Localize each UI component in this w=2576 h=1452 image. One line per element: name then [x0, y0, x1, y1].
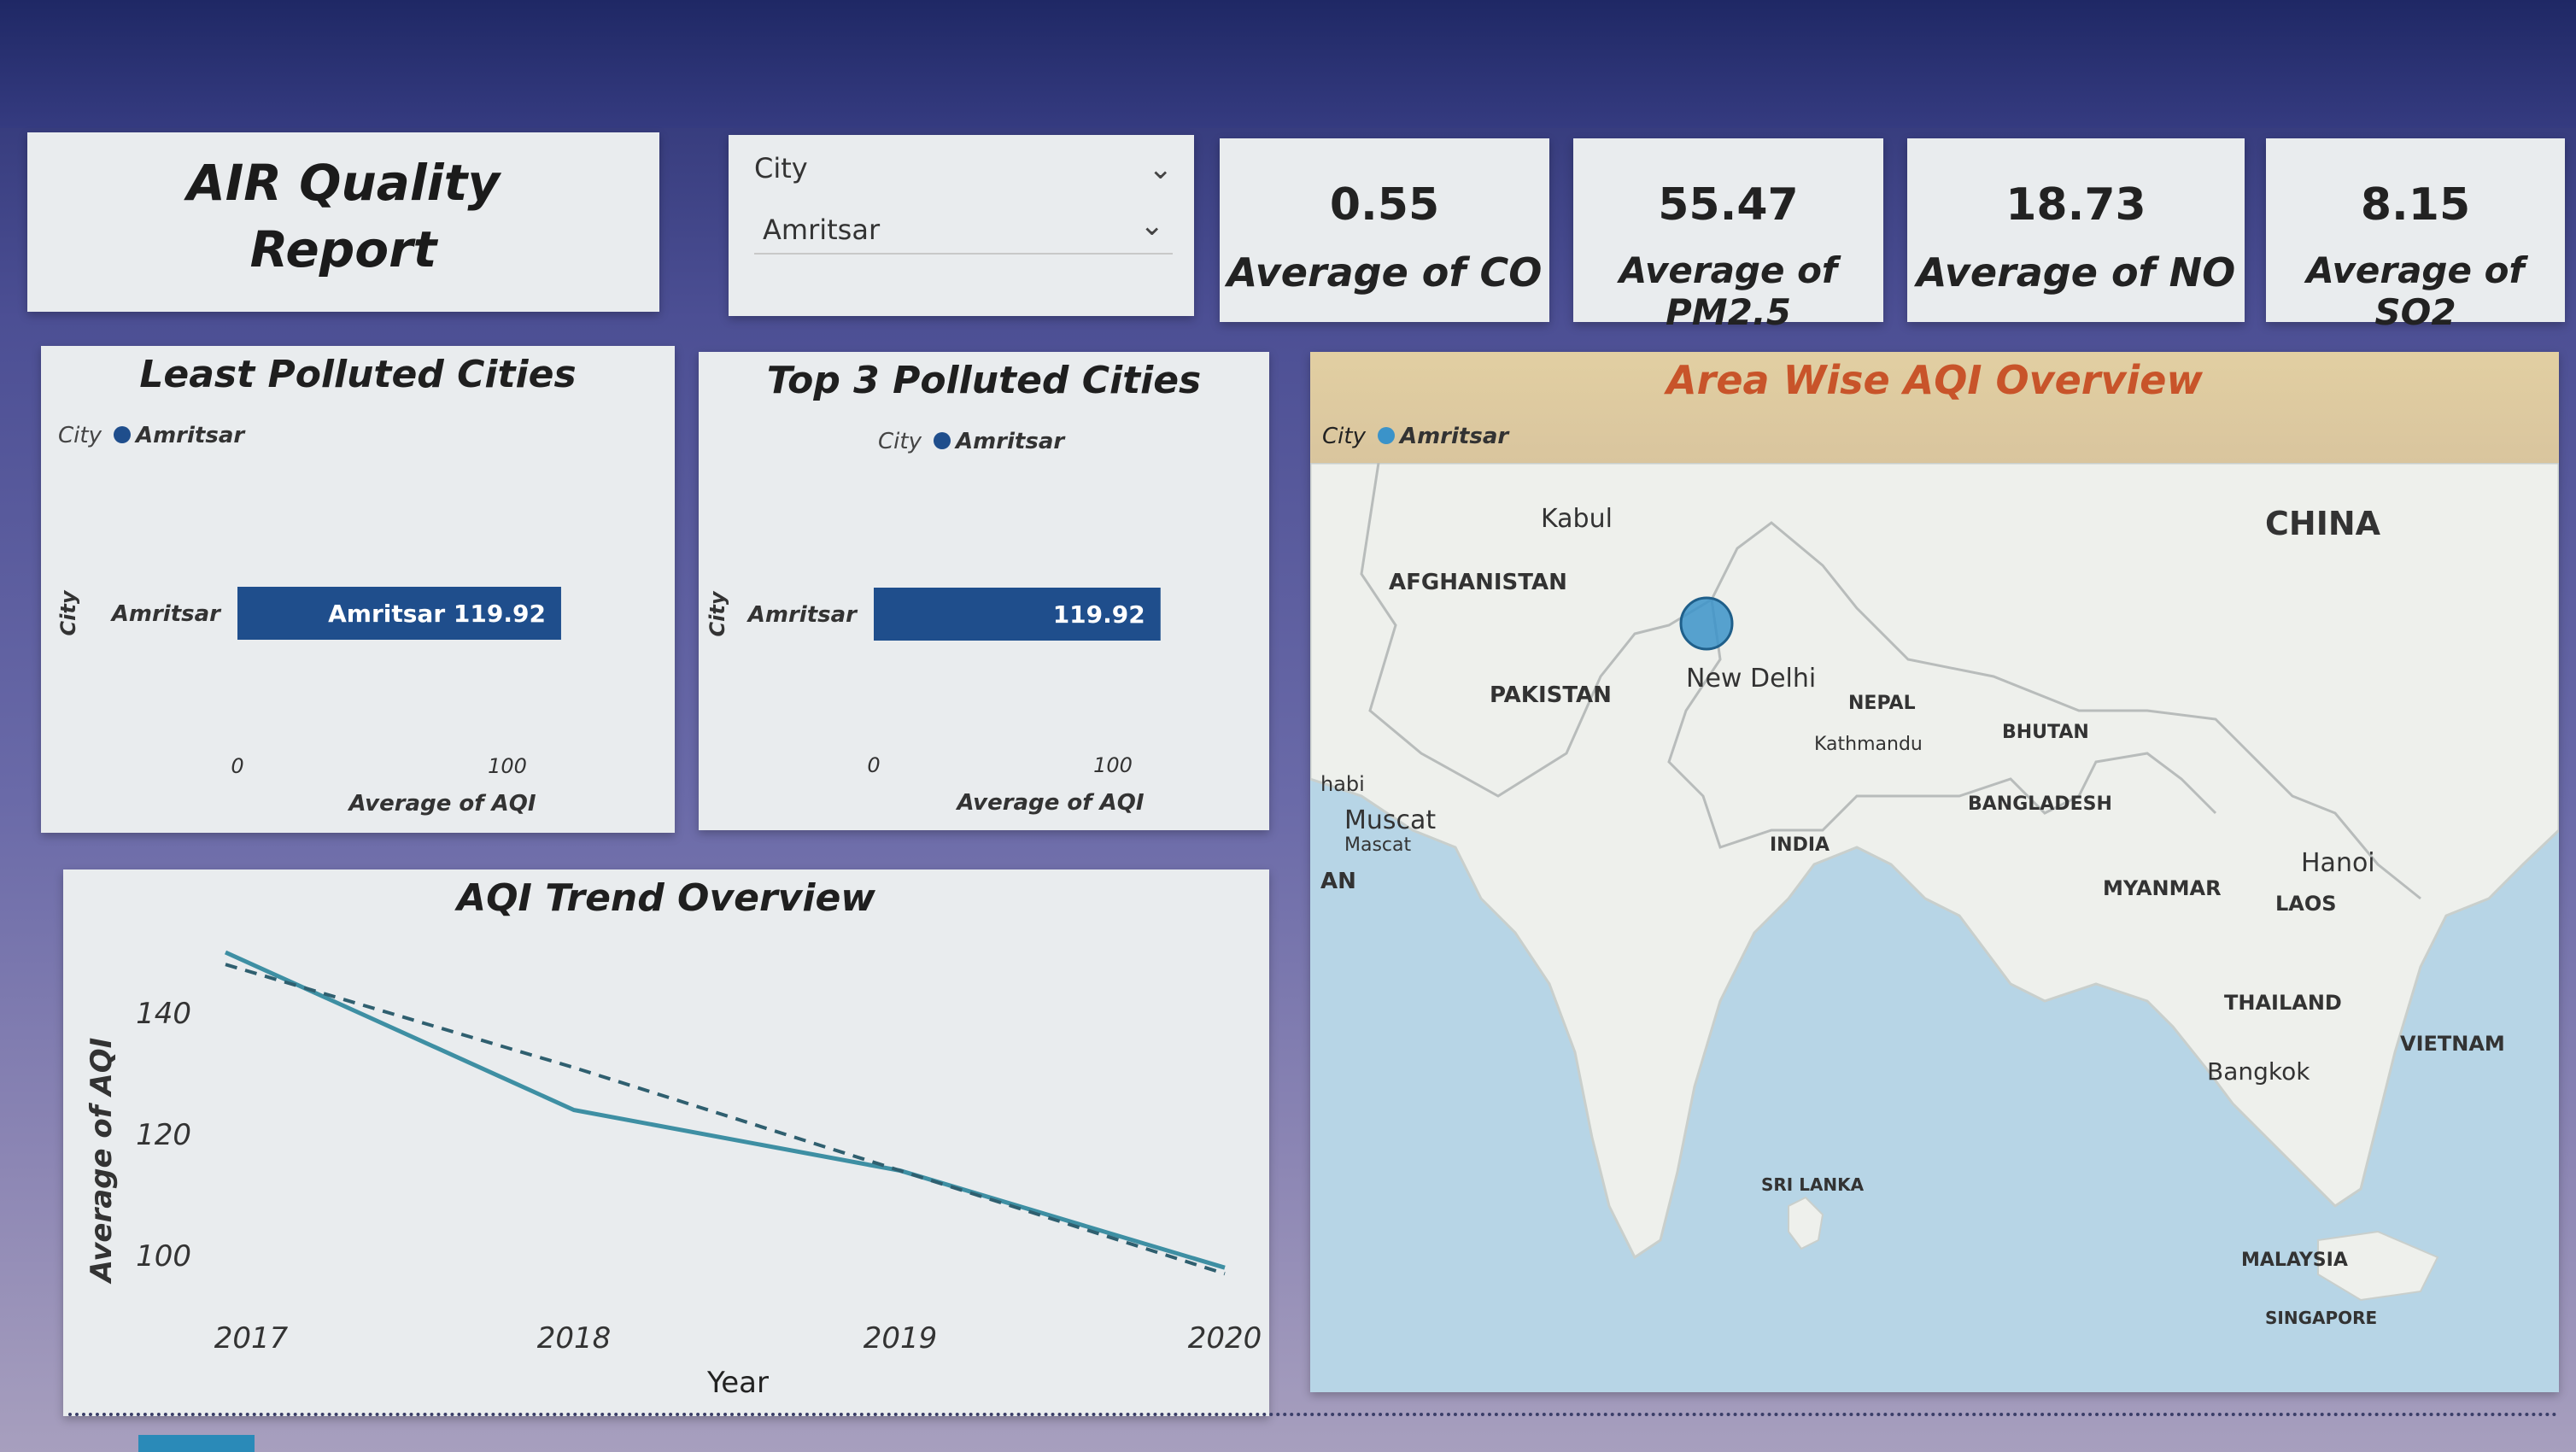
map-label: PAKISTAN: [1490, 682, 1612, 708]
map-label: Hanoi: [2301, 848, 2375, 878]
legend-item[interactable]: Amritsar: [1400, 424, 1508, 449]
legend-marker: [1377, 426, 1395, 444]
x-tick-label: 2017: [214, 1321, 289, 1355]
report-title-line1: AIR Quality: [186, 154, 501, 212]
data-label: Amritsar 119.92: [328, 600, 546, 628]
map-label: SRI LANKA: [1761, 1174, 1865, 1195]
map-label: VIETNAM: [2400, 1032, 2505, 1056]
top3-polluted-chart[interactable]: Top 3 Polluted Cities City Amritsar Amrit…: [699, 352, 1269, 830]
kpi-card-no: 18.73 Average of NO: [1907, 138, 2245, 322]
map-label: Kabul: [1541, 504, 1613, 534]
x-tick-label: 100: [1093, 753, 1133, 777]
y-axis-label: City: [705, 590, 729, 636]
y-axis-label: Average of AQI: [85, 1038, 119, 1285]
least-polluted-plot: Amritsar Amritsar 119.92 0 100 Average of AQ…: [56, 587, 561, 817]
kpi-value-no: 18.73: [2005, 179, 2146, 231]
map-label: MALAYSIA: [2241, 1250, 2348, 1271]
city-slicer[interactable]: City ⌄ Amritsar ⌄: [729, 135, 1194, 316]
aqi-trend-plot: 100 120 140 2017 2018 2019 2020 Year Average of …: [85, 950, 1262, 1400]
map-label: AFGHANISTAN: [1389, 570, 1567, 595]
top3-polluted-plot: Amritsar 119.92 0 100 Average of AQI City: [705, 588, 1161, 816]
kpi-label-no: Average of NO: [1916, 249, 2236, 296]
category-label: Amritsar: [110, 601, 222, 627]
map-label: Mascat: [1344, 834, 1412, 856]
city-marker-amritsar[interactable]: [1679, 596, 1734, 651]
map-label: LAOS: [2275, 892, 2337, 916]
x-axis-label: Year: [706, 1366, 769, 1400]
top-banner: [0, 0, 2576, 128]
map-label: MYANMAR: [2103, 876, 2222, 900]
kpi-label-so2: Average of SO2: [2306, 249, 2525, 333]
x-tick-label: 2020: [1188, 1321, 1262, 1355]
map-label: BHUTAN: [2002, 722, 2089, 743]
legend-title: City: [1322, 424, 1366, 449]
map-label: BANGLADESH: [1968, 793, 2112, 815]
x-tick-label: 2019: [864, 1321, 938, 1355]
map-legend[interactable]: City Amritsar: [1322, 424, 1508, 449]
map-label: CHINA: [2265, 505, 2381, 542]
map-label: INDIA: [1770, 834, 1830, 856]
chevron-down-icon[interactable]: ⌄: [1149, 152, 1174, 186]
map-label: Kathmandu: [1814, 734, 1923, 755]
map-canvas[interactable]: Kabul AFGHANISTAN PAKISTAN New Delhi NEP…: [1310, 352, 2559, 1392]
map-label: Muscat: [1344, 805, 1436, 835]
report-title-card: AIR Quality Report: [27, 132, 659, 312]
kpi-card-pm25: 55.47 Average of PM2.5: [1573, 138, 1883, 333]
x-tick-label: 2018: [537, 1321, 612, 1355]
category-label: Amritsar: [746, 602, 858, 628]
kpi-value-co: 0.55: [1329, 179, 1440, 231]
x-axis-label: Average of AQI: [347, 791, 536, 817]
least-polluted-chart[interactable]: Least Polluted Cities City Amritsar Amrit…: [41, 346, 675, 833]
kpi-card-co: 0.55 Average of CO: [1220, 138, 1549, 322]
map-title: Area Wise AQI Overview: [1666, 357, 2203, 403]
series-line: [224, 950, 1226, 1270]
map-label: AN: [1320, 869, 1356, 894]
map-label: New Delhi: [1686, 664, 1816, 694]
canvas-border: [68, 1413, 2559, 1416]
kpi-label-pm25: Average of PM2.5: [1619, 249, 1838, 333]
y-tick-label: 100: [136, 1239, 191, 1273]
y-axis-label: City: [56, 589, 80, 635]
area-aqi-map[interactable]: Kabul AFGHANISTAN PAKISTAN New Delhi NEP…: [1310, 352, 2559, 1392]
slicer-header[interactable]: City ⌄: [754, 152, 1173, 186]
city-dropdown-value: Amritsar: [763, 214, 881, 246]
map-header: Area Wise AQI Overview City Amritsar: [1310, 352, 2559, 463]
page-tab[interactable]: [138, 1435, 255, 1452]
aqi-trend-chart[interactable]: AQI Trend Overview 100 120 140 2017 2018 2019…: [63, 869, 1269, 1416]
kpi-label-co: Average of CO: [1227, 249, 1543, 296]
x-axis-label: Average of AQI: [955, 790, 1144, 816]
y-tick-label: 140: [136, 997, 191, 1031]
chevron-down-icon[interactable]: ⌄: [1140, 208, 1165, 243]
x-tick-label: 0: [867, 753, 880, 777]
map-label: SINGAPORE: [2265, 1308, 2377, 1328]
kpi-value-pm25: 55.47: [1658, 179, 1799, 231]
y-tick-label: 120: [136, 1118, 191, 1152]
kpi-card-so2: 8.15 Average of SO2: [2266, 138, 2565, 333]
city-dropdown[interactable]: Amritsar ⌄: [754, 202, 1173, 255]
x-tick-label: 0: [231, 754, 243, 778]
map-label: Bangkok: [2207, 1057, 2310, 1086]
map-label: NEPAL: [1848, 693, 1916, 714]
data-label: 119.92: [1053, 600, 1145, 629]
report-title-line2: Report: [249, 220, 437, 278]
x-tick-label: 100: [488, 754, 527, 778]
kpi-value-so2: 8.15: [2360, 179, 2471, 231]
map-label: habi: [1320, 772, 1365, 796]
report-title: AIR Quality Report: [27, 149, 659, 283]
slicer-header-label: City: [754, 152, 808, 184]
map-label: THAILAND: [2224, 991, 2342, 1015]
trend-line: [225, 963, 1226, 1276]
